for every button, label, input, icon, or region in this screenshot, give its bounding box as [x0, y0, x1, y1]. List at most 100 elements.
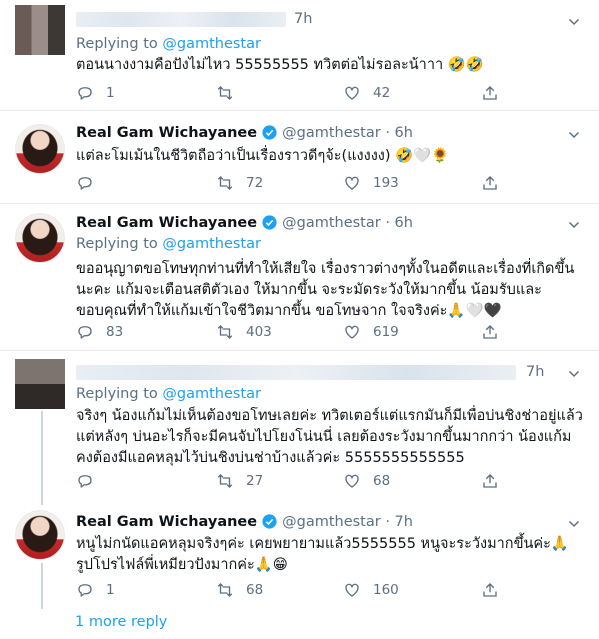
replying-to-handle[interactable]: @gamthestar [162, 36, 261, 52]
retweet-icon [217, 583, 233, 597]
tweet-actions: 1 42 [76, 84, 516, 104]
handle[interactable]: @gamthestar [282, 215, 381, 231]
handle[interactable]: @gamthestar [282, 514, 381, 530]
tweet-header: Real Gam Wichayanee @gamthestar · 6h [76, 124, 413, 141]
handle[interactable]: @gamthestar [282, 125, 381, 141]
tweet-time[interactable]: 7h [395, 514, 413, 530]
like-icon [345, 176, 359, 190]
share-button[interactable] [481, 323, 511, 341]
replying-to-handle[interactable]: @gamthestar [162, 236, 261, 252]
like-count: 193 [373, 175, 399, 191]
share-button[interactable] [481, 174, 511, 192]
tweet-header: 7h [76, 11, 312, 27]
retweet-icon [217, 474, 233, 488]
tweet-time[interactable]: 7h [294, 11, 312, 27]
share-button[interactable] [481, 84, 511, 102]
like-count: 68 [373, 473, 391, 489]
like-button[interactable]: 160 [343, 581, 399, 599]
like-icon [345, 325, 359, 339]
tweet-header: 7h [76, 364, 544, 380]
display-name[interactable]: Real Gam Wichayanee [76, 514, 257, 530]
retweet-button[interactable]: 403 [216, 323, 272, 341]
display-name[interactable]: Real Gam Wichayanee [76, 125, 257, 141]
share-icon [483, 474, 497, 488]
retweet-icon [217, 176, 233, 190]
replying-to: Replying to @gamthestar [76, 386, 261, 402]
tweet-actions: 72 193 [76, 174, 516, 194]
tweet[interactable]: Real Gam Wichayanee @gamthestar · 6h แต่… [0, 111, 599, 203]
reply-button[interactable] [76, 472, 106, 490]
more-replies-link[interactable]: 1 more reply [75, 614, 167, 630]
share-icon [483, 583, 497, 597]
like-icon [345, 474, 359, 488]
verified-icon [262, 514, 277, 529]
avatar[interactable] [15, 510, 65, 560]
retweet-button[interactable] [216, 84, 246, 102]
reply-button[interactable]: 1 [76, 84, 115, 102]
avatar[interactable] [15, 5, 65, 55]
reply-count: 83 [106, 324, 124, 340]
tweet-time[interactable]: 6h [395, 125, 413, 141]
tweet-text: ตอนนางงามคือปังไม่ไหว 55555555 ทวิตต่อไม… [76, 57, 484, 73]
tweet-text: แต่ละโมเม้นในชีวิตถือว่าเป็นเรื่องราวดีๆ… [76, 148, 450, 164]
like-count: 42 [373, 85, 391, 101]
reply-icon [78, 584, 92, 597]
thread-line [41, 563, 43, 609]
reply-button[interactable] [76, 174, 106, 192]
avatar[interactable] [15, 124, 65, 174]
share-button[interactable] [481, 581, 511, 599]
like-button[interactable]: 42 [343, 84, 390, 102]
separator: · [380, 214, 395, 231]
tweet[interactable]: Real Gam Wichayanee @gamthestar · 6h Rep… [0, 204, 599, 350]
retweet-count: 68 [246, 582, 264, 598]
like-count: 160 [373, 582, 399, 598]
retweet-button[interactable]: 68 [216, 581, 263, 599]
tweet[interactable]: 7h Replying to @gamthestar จริงๆ น้องแก้… [0, 351, 599, 505]
tweet-text: หนูไม่กนัดแอคหลุมจริงๆค่ะ เคยพยายามแล้ว5… [76, 536, 569, 573]
more-icon[interactable] [565, 514, 583, 532]
reply-count: 1 [106, 582, 115, 598]
like-button[interactable]: 619 [343, 323, 399, 341]
tweet-actions: 83 403 619 [76, 323, 516, 343]
tweet[interactable]: Real Gam Wichayanee @gamthestar · 7h หนู… [0, 505, 599, 609]
tweet-text: ขออนุญาตขอโทษทุกท่านที่ทำให้เสียใจ เรื่อ… [76, 261, 575, 319]
replying-to: Replying to @gamthestar [76, 236, 261, 252]
like-button[interactable]: 193 [343, 174, 399, 192]
reply-icon [78, 475, 92, 488]
more-icon[interactable] [565, 125, 583, 143]
blurred-username [76, 11, 286, 27]
tweet-time[interactable]: 7h [526, 364, 544, 380]
verified-icon [262, 215, 277, 230]
tweet-header: Real Gam Wichayanee @gamthestar · 7h [76, 513, 413, 530]
share-button[interactable] [481, 472, 511, 490]
like-button[interactable]: 68 [343, 472, 390, 490]
share-icon [483, 86, 497, 100]
separator: · [380, 124, 395, 141]
more-icon[interactable] [565, 12, 583, 30]
display-name[interactable]: Real Gam Wichayanee [76, 215, 257, 231]
retweet-icon [217, 325, 233, 339]
reply-count: 1 [106, 85, 115, 101]
blurred-username [76, 364, 516, 380]
replying-to: Replying to @gamthestar [76, 36, 261, 52]
avatar[interactable] [15, 359, 65, 409]
reply-icon [78, 87, 92, 100]
like-count: 619 [373, 324, 399, 340]
retweet-count: 27 [246, 473, 264, 489]
verified-icon [262, 125, 277, 140]
share-icon [483, 325, 497, 339]
reply-button[interactable]: 83 [76, 323, 123, 341]
avatar[interactable] [15, 213, 65, 263]
retweet-count: 72 [246, 175, 264, 191]
reply-icon [78, 177, 92, 190]
retweet-button[interactable]: 72 [216, 174, 263, 192]
tweet-text: จริงๆ น้องแก้มไม่เห็นต้องขอโทษเลยค่ะ ทวิ… [76, 408, 583, 466]
retweet-button[interactable]: 27 [216, 472, 263, 490]
reply-button[interactable]: 1 [76, 581, 115, 599]
tweet[interactable]: 7h Replying to @gamthestar ตอนนางงามคือป… [0, 0, 599, 110]
tweet-time[interactable]: 6h [395, 215, 413, 231]
like-icon [345, 86, 359, 100]
replying-to-handle[interactable]: @gamthestar [162, 386, 261, 402]
more-icon[interactable] [565, 364, 583, 382]
more-icon[interactable] [565, 215, 583, 233]
